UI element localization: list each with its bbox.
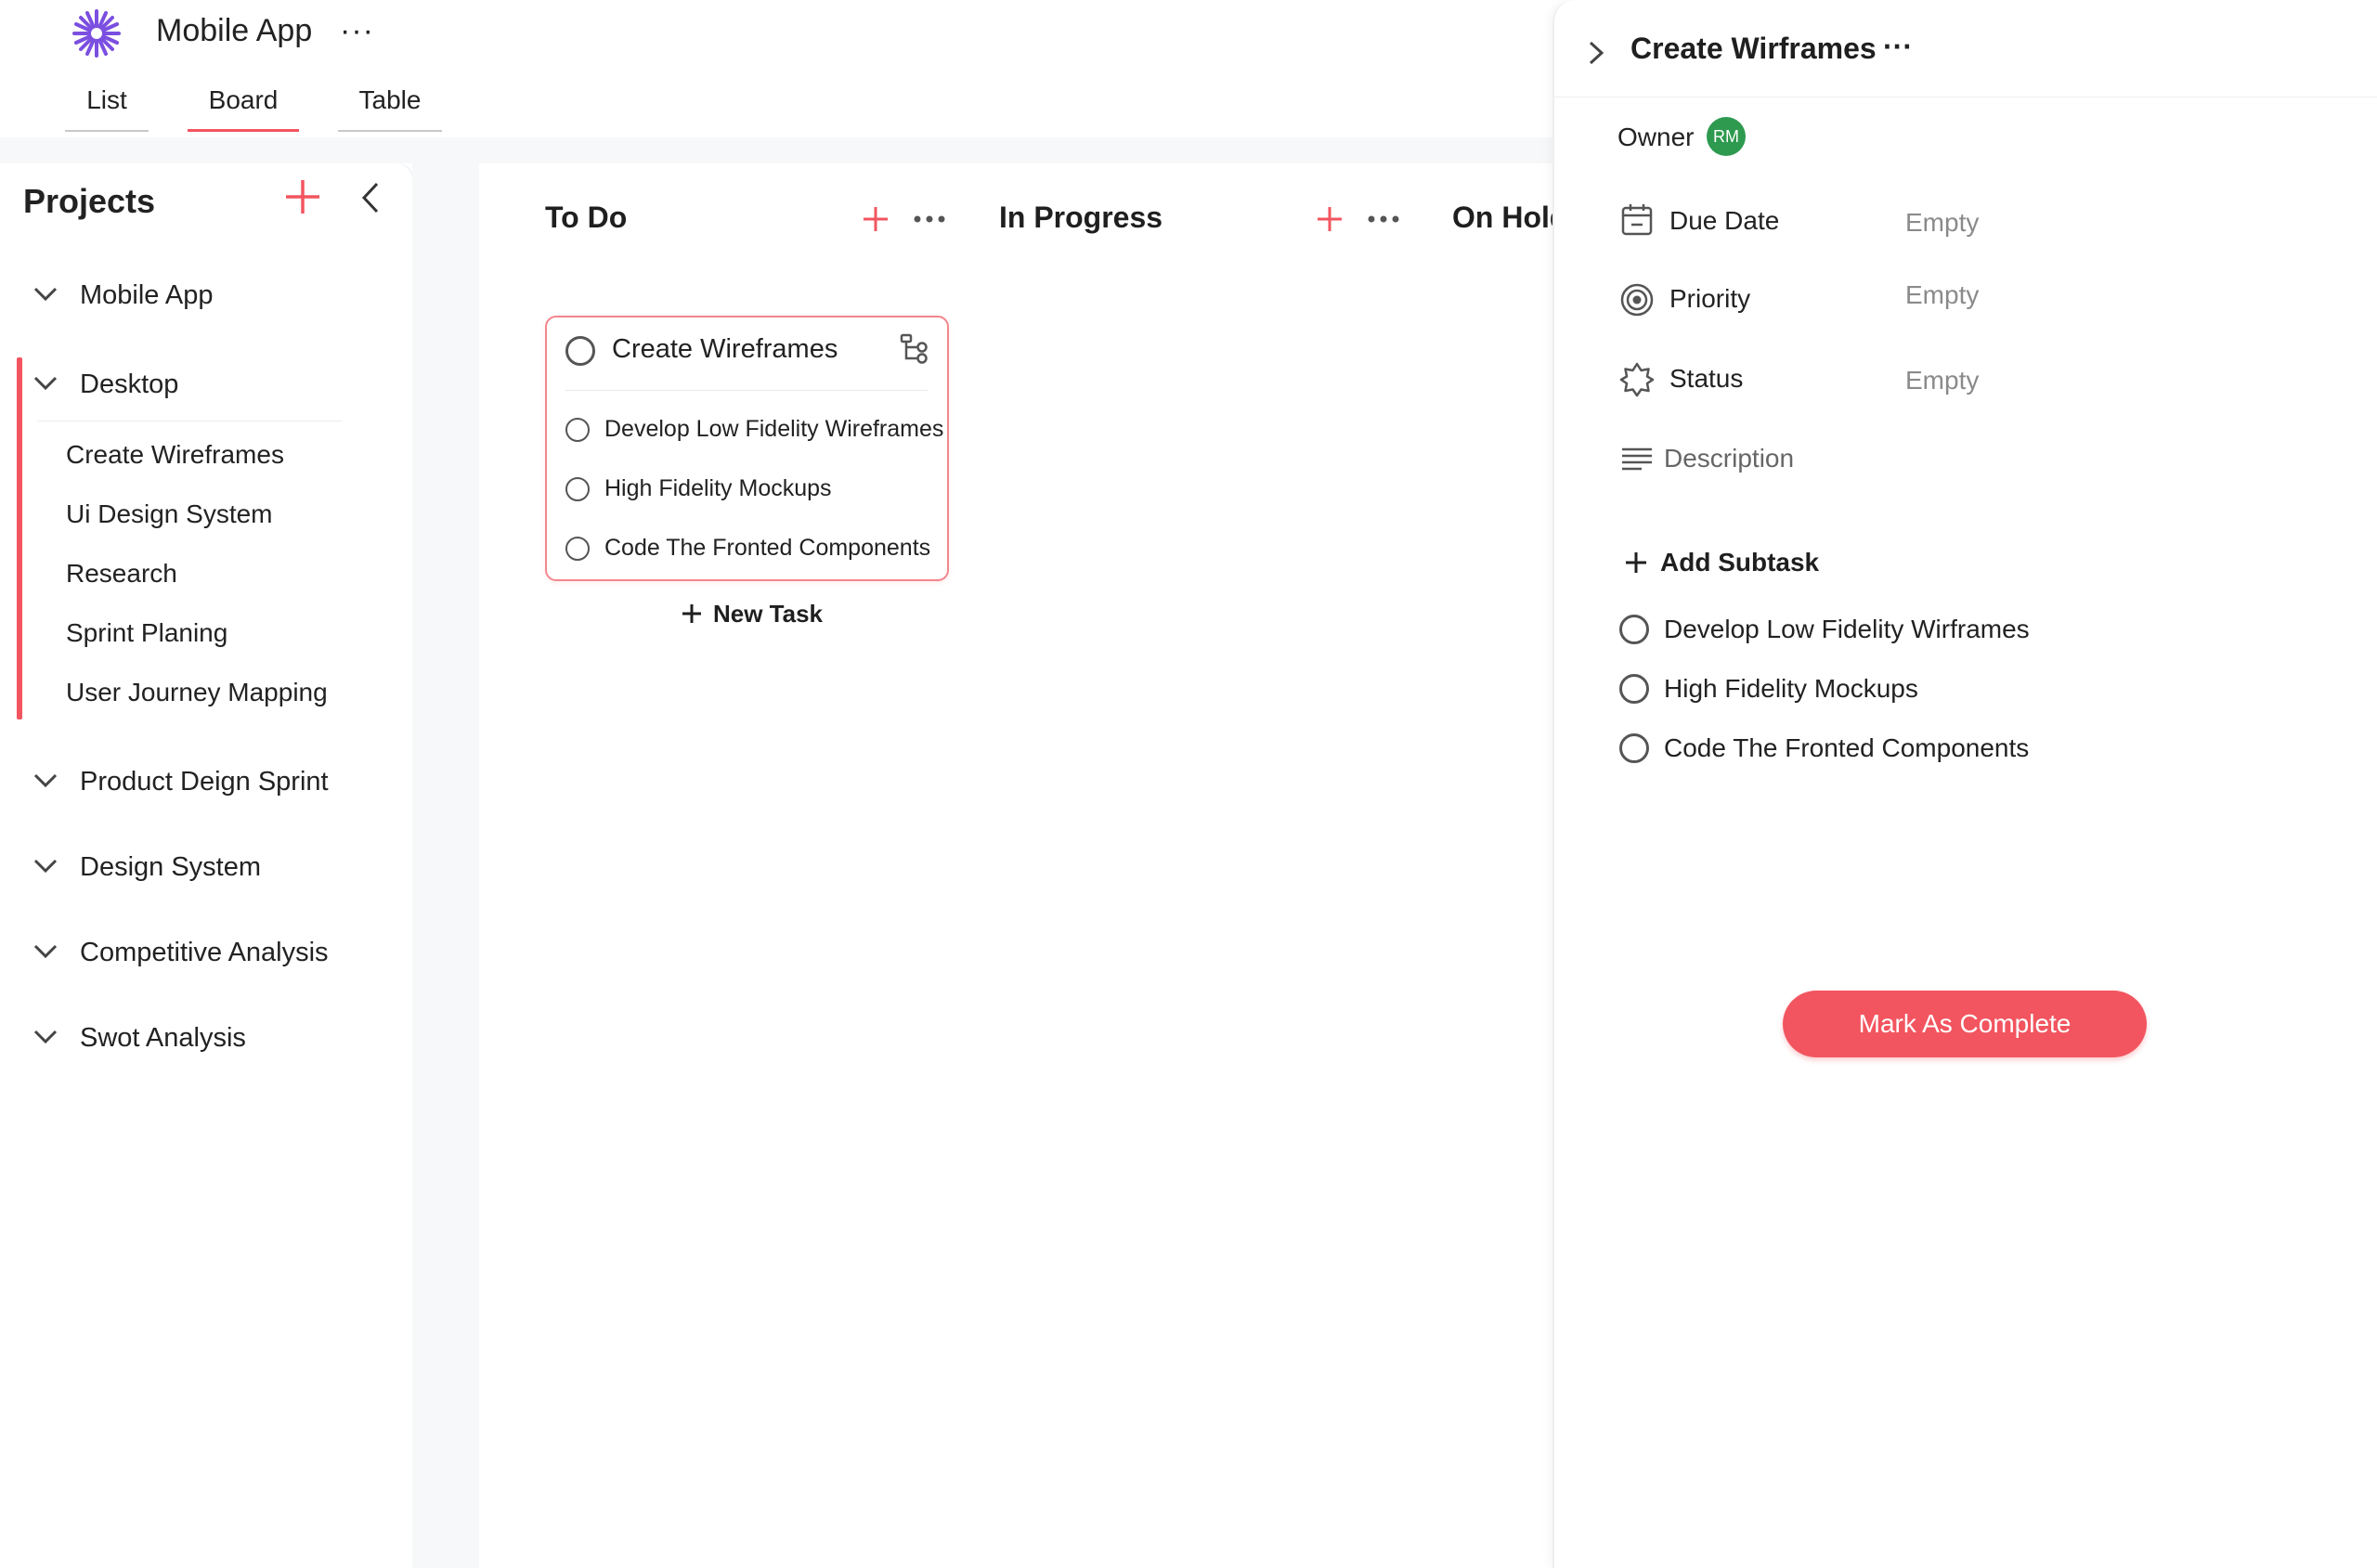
status-value[interactable]: Empty [1905, 366, 1979, 395]
subtask-checkbox[interactable] [565, 418, 590, 442]
logo-icon [72, 9, 121, 58]
project-group-label: Design System [80, 852, 262, 882]
active-project-indicator [17, 357, 22, 719]
task-checkbox[interactable] [565, 336, 595, 366]
subtask-label: High Fidelity Mockups [604, 475, 832, 501]
chevron-down-icon [33, 944, 58, 959]
project-group-design-system[interactable]: Design System [0, 843, 371, 891]
projects-title: Projects [23, 182, 156, 220]
project-group-label: Mobile App [80, 280, 214, 310]
subtask-label: Develop Low Fidelity Wirframes [1664, 615, 2030, 643]
chevron-down-icon [33, 859, 58, 874]
sidebar-item-user-journey-mapping[interactable]: User Journey Mapping [66, 678, 328, 707]
subtask-checkbox[interactable] [1619, 615, 1649, 644]
new-task-button[interactable]: New Task [682, 600, 823, 628]
project-group-mobile-app[interactable]: Mobile App [0, 271, 371, 319]
subtask-checkbox[interactable] [565, 537, 590, 561]
chevron-down-icon [33, 376, 58, 391]
subtask-checkbox[interactable] [1619, 674, 1649, 704]
subtask-checkbox[interactable] [1619, 733, 1649, 763]
project-group-label: Swot Analysis [80, 1023, 246, 1053]
project-group-label: Competitive Analysis [80, 938, 329, 967]
toolbar-divider [0, 137, 1552, 163]
project-group-desktop[interactable]: Desktop [0, 360, 371, 408]
tab-list[interactable]: List [65, 82, 149, 132]
task-card[interactable]: Create Wireframes Develop Low Fidelity W… [545, 316, 949, 581]
app-title: Mobile App [156, 13, 313, 48]
chevron-right-icon[interactable] [1586, 39, 1606, 67]
subtask-label: High Fidelity Mockups [1664, 674, 1918, 703]
sidebar-item-create-wireframes[interactable]: Create Wireframes [66, 440, 284, 470]
project-group-label: Product Deign Sprint [80, 767, 329, 797]
subtasks-icon[interactable] [899, 332, 930, 366]
sidebar-item-sprint-planing[interactable]: Sprint Planing [66, 618, 227, 648]
subtask-label: Code The Fronted Components [1664, 733, 2030, 762]
project-group-label: Desktop [80, 369, 179, 399]
column-more-icon[interactable] [1365, 204, 1402, 234]
task-detail-title: Create Wirframes [1630, 32, 1877, 65]
tab-table[interactable]: Table [338, 82, 442, 132]
subtask-label: Develop Low Fidelity Wireframes [604, 416, 944, 442]
add-task-icon[interactable] [861, 204, 890, 234]
chevron-down-icon [33, 287, 58, 302]
add-subtask-label: Add Subtask [1660, 548, 1820, 577]
badge-icon [1619, 362, 1655, 397]
due-date-value[interactable]: Empty [1905, 208, 1979, 238]
add-project-icon[interactable] [282, 176, 323, 217]
subtask-label: Code The Fronted Components [604, 535, 931, 561]
column-title-to-do: To Do [545, 201, 628, 234]
divider [565, 390, 928, 391]
column-more-icon[interactable] [911, 204, 948, 234]
chevron-down-icon [33, 1030, 58, 1044]
sidebar-item-research[interactable]: Research [66, 559, 177, 589]
sidebar-item-ui-design-system[interactable]: Ui Design System [66, 499, 273, 529]
owner-avatar[interactable]: RM [1707, 117, 1746, 156]
tab-board[interactable]: Board [188, 82, 299, 132]
add-subtask-button[interactable]: Add Subtask [1625, 548, 1819, 577]
app-more-button[interactable]: ··· [340, 13, 374, 49]
plus-icon [1626, 552, 1646, 573]
task-more-button[interactable]: ··· [1883, 30, 1913, 64]
owner-label: Owner [1617, 123, 1695, 151]
column-title-in-progress: In Progress [999, 201, 1163, 234]
due-date-label: Due Date [1669, 206, 1780, 235]
app-header: Mobile App ··· List Board Table [0, 0, 1552, 137]
subtask-checkbox[interactable] [565, 477, 590, 501]
new-task-label: New Task [713, 600, 824, 628]
priority-value[interactable]: Empty [1905, 280, 1979, 310]
calendar-icon [1621, 204, 1653, 236]
project-group-swot-analysis[interactable]: Swot Analysis [0, 1014, 371, 1062]
chevron-down-icon [33, 773, 58, 788]
description-icon [1622, 447, 1652, 471]
sidebar-gutter [412, 137, 479, 1568]
priority-label: Priority [1669, 284, 1751, 313]
plus-icon [682, 604, 701, 623]
add-task-icon[interactable] [1315, 204, 1344, 234]
status-label: Status [1669, 364, 1744, 393]
target-icon [1620, 283, 1654, 317]
project-group-product-deign-sprint[interactable]: Product Deign Sprint [0, 758, 371, 806]
description-field[interactable]: Description [1664, 444, 1794, 473]
task-card-title: Create Wireframes [612, 334, 838, 364]
mark-as-complete-button[interactable]: Mark As Complete [1783, 991, 2147, 1057]
collapse-sidebar-icon[interactable] [357, 180, 384, 215]
column-title-on-hold: On Hold [1452, 201, 1568, 234]
project-group-competitive-analysis[interactable]: Competitive Analysis [0, 928, 371, 977]
